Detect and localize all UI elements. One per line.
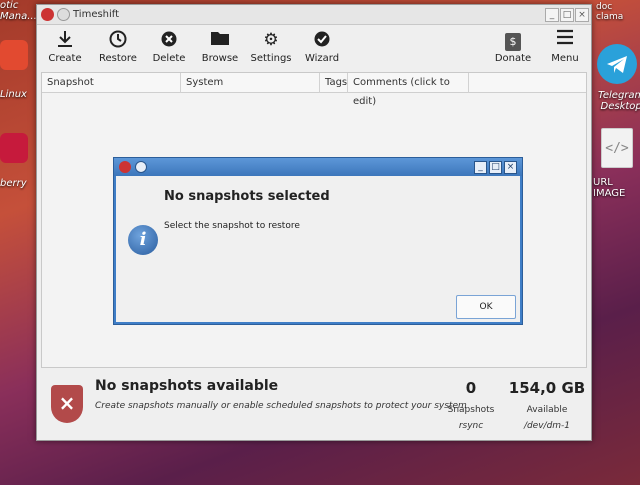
restore-label: Restore: [99, 53, 137, 64]
available-space-value: 154,0 GB: [508, 379, 586, 397]
available-space: 154,0 GB Available /dev/dm-1: [507, 379, 587, 431]
shield-x-icon: ×: [51, 385, 83, 423]
check-circle-icon: [294, 29, 350, 51]
table-header: Snapshot System Tags Comments (click to …: [42, 73, 586, 107]
folder-icon: [192, 29, 248, 51]
column-header-comments[interactable]: Comments (click to edit): [348, 73, 469, 107]
menu-label: Menu: [551, 53, 579, 64]
close-button[interactable]: ×: [575, 8, 589, 22]
clock-icon: [90, 29, 146, 51]
donate-label: Donate: [494, 53, 532, 64]
dialog-close-button[interactable]: ×: [504, 161, 517, 174]
delete-button[interactable]: Delete: [141, 29, 197, 64]
status-panel: × No snapshots available Create snapshot…: [37, 371, 591, 439]
desktop-label-left-2: Linux: [0, 89, 27, 100]
pin-icon[interactable]: [57, 8, 70, 21]
window-title: Timeshift: [73, 9, 120, 20]
wizard-label: Wizard: [304, 53, 340, 64]
ok-button[interactable]: OK: [456, 295, 516, 319]
telegram-icon[interactable]: [597, 44, 637, 84]
column-header-snapshot[interactable]: Snapshot: [42, 73, 181, 93]
browse-label: Browse: [201, 53, 239, 64]
desktop-label-left-3: berry: [0, 178, 27, 189]
create-button[interactable]: Create: [37, 29, 93, 64]
dialog-pin-icon[interactable]: [135, 161, 147, 173]
dialog-title: No snapshots selected: [164, 189, 330, 204]
desktop-label-left-1: otic Mana...: [0, 0, 37, 22]
snapshot-count-value: 0: [465, 379, 477, 397]
available-space-label: Available: [526, 405, 568, 415]
dollar-icon: $: [485, 29, 541, 51]
download-icon: [37, 29, 93, 51]
app-icon: [41, 8, 54, 21]
menu-button[interactable]: Menu: [537, 29, 593, 64]
settings-label: Settings: [250, 53, 292, 64]
desktop-icon-left-1[interactable]: [0, 40, 28, 70]
minimize-button[interactable]: _: [545, 8, 559, 22]
message-dialog: _ □ × No snapshots selected i Select the…: [113, 157, 523, 325]
hamburger-icon: [537, 29, 593, 51]
snapshot-type: rsync: [458, 421, 484, 431]
info-icon: i: [128, 225, 158, 255]
settings-button[interactable]: ⚙ Settings: [243, 29, 299, 64]
dialog-message: Select the snapshot to restore: [164, 221, 300, 231]
html-file-icon[interactable]: </>: [601, 128, 633, 168]
status-subtitle: Create snapshots manually or enable sche…: [95, 401, 467, 411]
snapshot-count: 0 Snapshots rsync: [437, 379, 505, 431]
dialog-titlebar[interactable]: _ □ ×: [114, 158, 522, 176]
snapshot-count-label: Snapshots: [447, 405, 495, 415]
status-title: No snapshots available: [95, 378, 279, 394]
toolbar: Create Restore Delete Browse ⚙ Settings: [37, 25, 591, 71]
dialog-body: No snapshots selected i Select the snaps…: [116, 176, 520, 322]
maximize-button[interactable]: □: [560, 8, 574, 22]
dialog-maximize-button[interactable]: □: [489, 161, 502, 174]
window-titlebar[interactable]: Timeshift _ □ ×: [37, 5, 591, 25]
restore-button[interactable]: Restore: [90, 29, 146, 64]
wizard-button[interactable]: Wizard: [294, 29, 350, 64]
gear-icon: ⚙: [263, 30, 279, 50]
dialog-minimize-button[interactable]: _: [474, 161, 487, 174]
browse-button[interactable]: Browse: [192, 29, 248, 64]
delete-label: Delete: [152, 53, 186, 64]
desktop-label-telegram: Telegram Desktop: [598, 90, 640, 112]
donate-button[interactable]: $ Donate: [485, 29, 541, 64]
device-path: /dev/dm-1: [523, 421, 571, 431]
dialog-app-icon: [119, 161, 131, 173]
desktop-top-right-text: doc clama: [596, 2, 624, 22]
column-header-tags[interactable]: Tags: [320, 73, 348, 93]
delete-circle-icon: [141, 29, 197, 51]
desktop-label-url-image: URL IMAGE: [593, 177, 626, 199]
create-label: Create: [48, 53, 82, 64]
desktop-icon-left-2[interactable]: [0, 133, 28, 163]
column-header-system[interactable]: System: [181, 73, 320, 93]
